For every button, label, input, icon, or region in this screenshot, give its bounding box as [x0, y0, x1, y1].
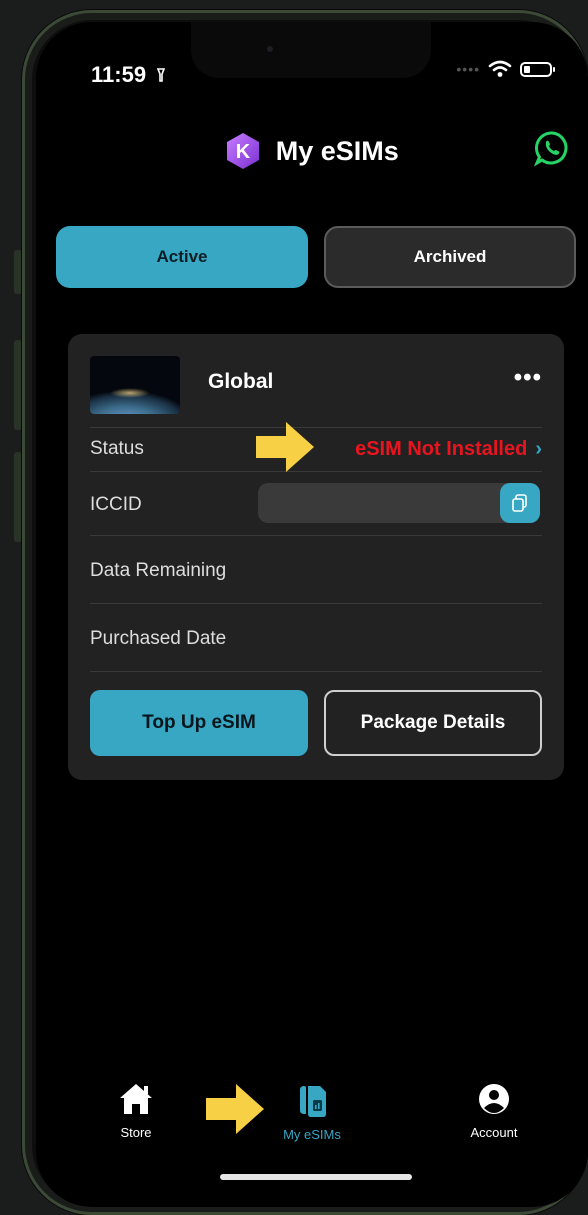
- logo-icon: K: [227, 133, 260, 169]
- pointer-arrow-icon: [256, 422, 314, 472]
- nav-account-label: Account: [470, 1125, 518, 1140]
- divider: [90, 603, 542, 604]
- purchased-date-label: Purchased Date: [90, 628, 227, 649]
- nav-my-esims[interactable]: My eSIMs: [252, 1082, 372, 1142]
- data-remaining-row: Data Remaining: [90, 560, 542, 582]
- signal-icon: ••••: [456, 61, 480, 77]
- purchased-date-row: Purchased Date: [90, 628, 542, 650]
- chevron-right-icon: ›: [535, 438, 542, 460]
- card-header: Global •••: [90, 356, 542, 414]
- bottom-nav: Store My eSIMs Account: [36, 1082, 588, 1152]
- tab-archived-label: Archived: [413, 247, 487, 266]
- package-details-button[interactable]: Package Details: [324, 690, 542, 756]
- esim-card: Global ••• Status eSIM Not Installed › IC…: [68, 334, 564, 780]
- nav-store[interactable]: Store: [76, 1082, 196, 1140]
- card-title: Global: [208, 370, 274, 393]
- status-indicators: ••••: [456, 60, 555, 78]
- top-up-label: Top Up eSIM: [142, 712, 256, 733]
- tab-archived[interactable]: Archived: [324, 226, 576, 288]
- side-button-action: [14, 250, 22, 294]
- nav-account[interactable]: Account: [434, 1082, 554, 1140]
- divider: [90, 471, 542, 472]
- copy-icon: [512, 494, 527, 512]
- data-remaining-label: Data Remaining: [90, 560, 227, 581]
- wifi-icon: [488, 60, 512, 77]
- account-icon: [479, 1084, 509, 1114]
- camera-dot: [267, 46, 273, 52]
- status-value-text: eSIM Not Installed: [355, 438, 528, 460]
- dynamic-island: [191, 22, 431, 78]
- side-button-volume-down: [14, 452, 22, 542]
- iccid-label: ICCID: [90, 494, 142, 515]
- globe-image: [90, 356, 180, 414]
- battery-icon: [520, 61, 555, 77]
- sim-card-icon: [300, 1086, 326, 1117]
- side-button-volume-up: [14, 340, 22, 430]
- copy-button[interactable]: [500, 483, 540, 523]
- nav-store-label: Store: [120, 1125, 152, 1140]
- page-header: K My eSIMs: [36, 132, 588, 170]
- divider: [90, 671, 542, 672]
- home-indicator[interactable]: [220, 1174, 412, 1180]
- status-label: Status: [90, 438, 144, 459]
- status-value[interactable]: eSIM Not Installed ›: [355, 438, 542, 461]
- top-up-button[interactable]: Top Up eSIM: [90, 690, 308, 756]
- tab-active[interactable]: Active: [56, 226, 308, 288]
- page-title: My eSIMs: [275, 135, 399, 166]
- iccid-field: [258, 483, 540, 523]
- logo-letter: K: [236, 141, 251, 163]
- tab-active-label: Active: [156, 247, 208, 266]
- app-screen: 11:59 •••• K My eSIMs Active Archived Gl…: [36, 22, 588, 1207]
- package-details-label: Package Details: [360, 712, 506, 733]
- divider: [90, 535, 542, 536]
- status-time-text: 11:59: [91, 62, 147, 87]
- home-icon: [120, 1084, 152, 1114]
- location-icon: [157, 68, 166, 82]
- segment-tabs: Active Archived: [56, 226, 576, 288]
- status-time: 11:59: [91, 62, 166, 88]
- divider: [90, 427, 542, 428]
- whatsapp-icon[interactable]: [534, 130, 570, 166]
- more-icon[interactable]: •••: [514, 364, 542, 392]
- nav-my-esims-label: My eSIMs: [283, 1127, 341, 1142]
- status-row[interactable]: Status eSIM Not Installed ›: [90, 438, 542, 460]
